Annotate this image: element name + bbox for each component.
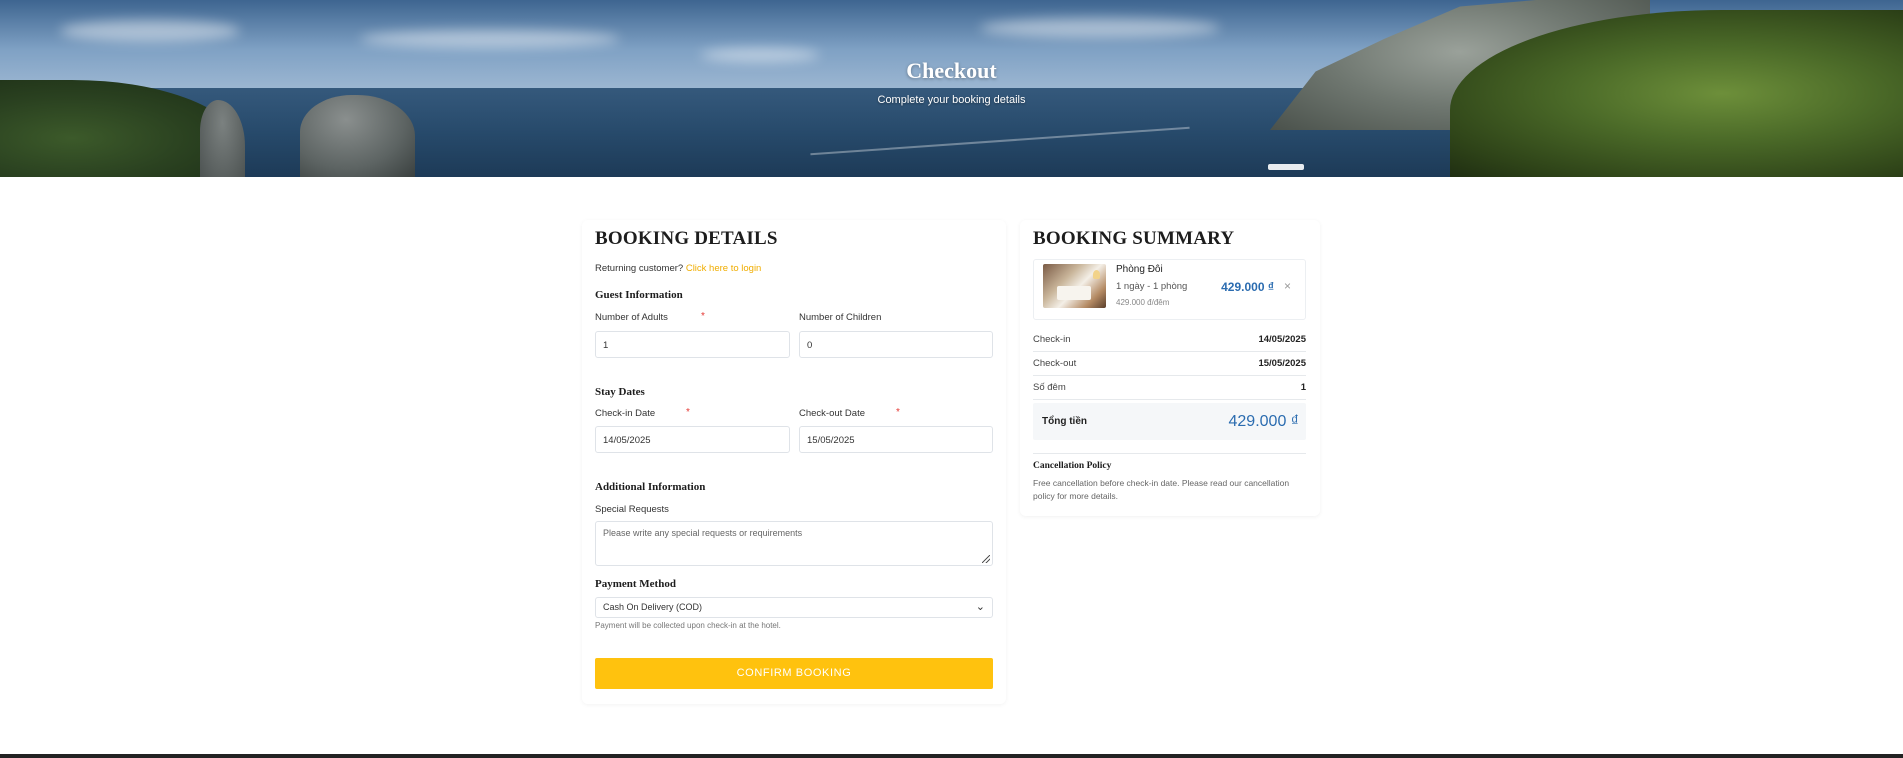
room-lamp xyxy=(1093,270,1100,279)
adults-input[interactable]: 1 xyxy=(595,331,790,358)
required-mark: * xyxy=(686,407,690,418)
resize-handle-icon[interactable] xyxy=(982,555,990,563)
room-bed xyxy=(1057,286,1091,300)
summary-row-value: 14/05/2025 xyxy=(1258,334,1306,345)
checkin-label: Check-in Date xyxy=(595,408,656,419)
additional-info-heading: Additional Information xyxy=(595,481,706,493)
confirm-booking-button[interactable]: CONFIRM BOOKING xyxy=(595,658,993,689)
summary-row-label: Check-out xyxy=(1033,358,1077,369)
cancellation-policy-title: Cancellation Policy xyxy=(1033,461,1112,471)
returning-customer-label: Returning customer? xyxy=(595,263,684,274)
footer-edge xyxy=(0,754,1903,758)
summary-row-value: 15/05/2025 xyxy=(1258,358,1306,369)
required-mark: * xyxy=(701,311,705,322)
divider xyxy=(1033,399,1306,400)
divider xyxy=(1033,351,1306,352)
room-meta: 1 ngày - 1 phòng xyxy=(1116,281,1188,292)
page-subtitle: Complete your booking details xyxy=(877,94,1026,106)
room-price: 429.000 ₫ xyxy=(1221,280,1274,294)
checkin-date-input[interactable]: 14/05/2025 xyxy=(595,426,790,453)
chevron-down-icon: ⌄ xyxy=(975,601,985,613)
payment-method-heading: Payment Method xyxy=(595,578,676,590)
login-link[interactable]: Click here to login xyxy=(686,263,762,274)
booking-summary-title: BOOKING SUMMARY xyxy=(1033,228,1235,249)
summary-row-value: 1 xyxy=(1300,382,1306,393)
adults-label: Number of Adults xyxy=(595,312,668,323)
stay-dates-heading: Stay Dates xyxy=(595,386,645,398)
payment-method-select[interactable]: Cash On Delivery (COD) ⌄ xyxy=(595,597,993,618)
special-requests-label: Special Requests xyxy=(595,504,669,515)
required-mark: * xyxy=(896,407,900,418)
special-requests-textarea[interactable]: Please write any special requests or req… xyxy=(595,521,993,566)
hero-banner: Checkout Complete your booking details xyxy=(0,0,1903,177)
summary-row-label: Check-in xyxy=(1033,334,1071,345)
returning-customer-text: Returning customer? Click here to login xyxy=(595,263,761,274)
booking-details-title: BOOKING DETAILS xyxy=(595,228,778,249)
room-thumbnail xyxy=(1043,264,1106,308)
cloud xyxy=(360,30,620,48)
summary-row-label: Số đêm xyxy=(1033,382,1066,393)
payment-selected-value: Cash On Delivery (COD) xyxy=(603,602,703,612)
close-icon[interactable]: × xyxy=(1284,279,1291,293)
page-title: Checkout xyxy=(906,58,997,83)
special-requests-placeholder: Please write any special requests or req… xyxy=(603,528,803,538)
room-unit-price: 429.000 đ/đêm xyxy=(1116,298,1170,307)
divider xyxy=(1033,453,1306,454)
children-label: Number of Children xyxy=(799,312,882,323)
checkout-date-input[interactable]: 15/05/2025 xyxy=(799,426,993,453)
total-label: Tổng tiền xyxy=(1042,416,1087,427)
guest-info-heading: Guest Information xyxy=(595,289,683,301)
divider xyxy=(1033,375,1306,376)
hero-rock xyxy=(300,95,415,177)
cloud xyxy=(60,20,240,42)
children-input[interactable]: 0 xyxy=(799,331,993,358)
checkout-label: Check-out Date xyxy=(799,408,866,419)
total-value: 429.000 ₫ xyxy=(1228,413,1300,430)
payment-hint: Payment will be collected upon check-in … xyxy=(595,621,781,630)
cloud xyxy=(980,18,1220,38)
cancellation-policy-text: Free cancellation before check-in date. … xyxy=(1033,478,1290,501)
hero-boat xyxy=(1268,164,1304,170)
room-name: Phòng Đôi xyxy=(1116,264,1163,275)
